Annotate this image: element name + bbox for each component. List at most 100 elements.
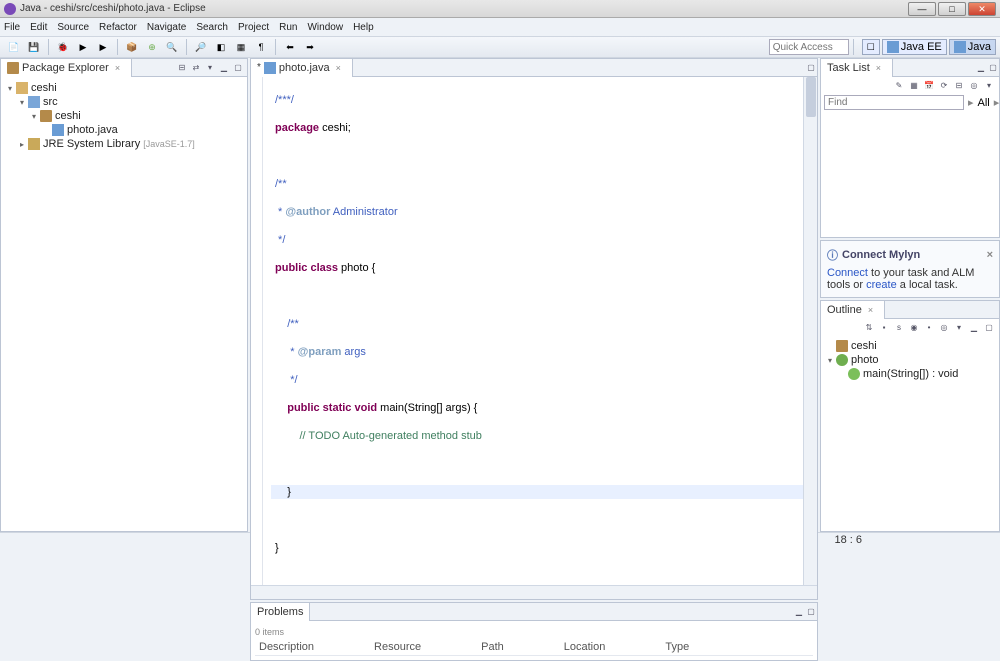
connect-link[interactable]: Connect [827, 267, 868, 279]
run-ext-icon[interactable]: ▶ [95, 39, 111, 55]
window-title: Java - ceshi/src/ceshi/photo.java - Ecli… [20, 3, 206, 14]
horizontal-scrollbar[interactable] [251, 585, 817, 599]
menu-run[interactable]: Run [279, 22, 297, 33]
menu-file[interactable]: File [4, 22, 20, 33]
hide-static-icon[interactable]: s [893, 321, 905, 333]
close-icon[interactable]: × [336, 63, 346, 73]
maximize-view-icon[interactable]: ▢ [983, 321, 995, 333]
focus-icon[interactable]: ◎ [938, 321, 950, 333]
sort-icon[interactable]: ⇅ [863, 321, 875, 333]
tree-java-file[interactable]: photo.java [3, 123, 245, 137]
debug-icon[interactable]: 🐞 [55, 39, 71, 55]
tree-project[interactable]: ▾ceshi [3, 81, 245, 95]
focus-icon[interactable]: ◎ [968, 79, 980, 91]
minimize-view-icon[interactable]: ▁ [968, 321, 980, 333]
view-menu-icon[interactable]: ▾ [204, 62, 216, 74]
outline-tab[interactable]: Outline × [821, 301, 885, 319]
toggle-mark-icon[interactable]: ◧ [213, 39, 229, 55]
close-icon[interactable]: × [987, 249, 993, 261]
find-input[interactable] [824, 95, 964, 110]
hide-local-icon[interactable]: • [923, 321, 935, 333]
problems-summary: 0 items [255, 625, 813, 639]
schedule-icon[interactable]: 📅 [923, 79, 935, 91]
minimize-button[interactable]: — [908, 2, 936, 16]
package-explorer-view: Package Explorer × ⊟ ⇄ ▾ ▁ ▢ ▾ceshi ▾src… [0, 58, 248, 532]
perspective-javaee[interactable]: Java EE [882, 39, 947, 55]
menu-edit[interactable]: Edit [30, 22, 47, 33]
minimize-view-icon[interactable]: ▁ [975, 62, 987, 74]
maximize-editor-icon[interactable]: ▢ [805, 62, 817, 74]
run-icon[interactable]: ▶ [75, 39, 91, 55]
problems-view: Problems ▁ ▢ 0 items Description Resourc… [250, 602, 818, 661]
toggle-block-icon[interactable]: ▦ [233, 39, 249, 55]
sync-icon[interactable]: ⟳ [938, 79, 950, 91]
link-editor-icon[interactable]: ⇄ [190, 62, 202, 74]
task-list-view: Task List × ▁ ▢ ✎ ▦ 📅 ⟳ ⊟ ◎ ▾ ▸ All ▸ [820, 58, 1000, 238]
open-type-icon[interactable]: 🔍 [164, 39, 180, 55]
close-icon[interactable]: × [868, 305, 878, 315]
maximize-view-icon[interactable]: ▢ [232, 62, 244, 74]
outline-class[interactable]: ▾photo [823, 353, 997, 367]
minimize-view-icon[interactable]: ▁ [218, 62, 230, 74]
menu-help[interactable]: Help [353, 22, 374, 33]
tree-jre[interactable]: ▸JRE System Library [JavaSE-1.7] [3, 137, 245, 151]
menubar: File Edit Source Refactor Navigate Searc… [0, 18, 1000, 36]
package-explorer-tab[interactable]: Package Explorer × [1, 59, 132, 77]
minimize-view-icon[interactable]: ▁ [793, 606, 805, 618]
save-icon[interactable]: 💾 [26, 39, 42, 55]
editor-tab[interactable]: photo.java × [251, 59, 353, 77]
maximize-button[interactable]: □ [938, 2, 966, 16]
menu-project[interactable]: Project [238, 22, 269, 33]
collapse-all-icon[interactable]: ⊟ [176, 62, 188, 74]
maximize-view-icon[interactable]: ▢ [805, 606, 817, 618]
forward-icon[interactable]: ➡ [302, 39, 318, 55]
eclipse-icon [4, 3, 16, 15]
maximize-view-icon[interactable]: ▢ [987, 62, 999, 74]
folding-gutter[interactable] [263, 77, 271, 585]
menu-navigate[interactable]: Navigate [147, 22, 186, 33]
package-tree[interactable]: ▾ceshi ▾src ▾ceshi photo.java ▸JRE Syste… [1, 77, 247, 531]
perspective-java[interactable]: Java [949, 39, 996, 55]
close-icon[interactable]: × [115, 63, 125, 73]
vertical-scrollbar[interactable] [803, 77, 817, 585]
task-list-tab[interactable]: Task List × [821, 59, 893, 77]
new-icon[interactable]: 📄 [6, 39, 22, 55]
close-icon[interactable]: × [876, 63, 886, 73]
problems-tab[interactable]: Problems [251, 603, 310, 621]
tree-src[interactable]: ▾src [3, 95, 245, 109]
outline-package[interactable]: ceshi [823, 339, 997, 353]
hide-fields-icon[interactable]: ▪ [878, 321, 890, 333]
toolbar: 📄 💾 🐞 ▶ ▶ 📦 ⊕ 🔍 🔎 ◧ ▦ ¶ ⬅ ➡ ☐ Java EE Ja… [0, 36, 1000, 58]
new-pkg-icon[interactable]: 📦 [124, 39, 140, 55]
menu-search[interactable]: Search [196, 22, 228, 33]
close-button[interactable]: ✕ [968, 2, 996, 16]
quick-access-input[interactable] [769, 39, 849, 55]
tree-package[interactable]: ▾ceshi [3, 109, 245, 123]
categorize-icon[interactable]: ▦ [908, 79, 920, 91]
connect-mylyn-panel: ⓘConnect Mylyn× Connect to your task and… [820, 240, 1000, 298]
new-task-icon[interactable]: ✎ [893, 79, 905, 91]
overview-ruler[interactable] [251, 77, 263, 585]
open-perspective-button[interactable]: ☐ [862, 39, 880, 55]
back-icon[interactable]: ⬅ [282, 39, 298, 55]
view-menu-icon[interactable]: ▾ [953, 321, 965, 333]
new-class-icon[interactable]: ⊕ [144, 39, 160, 55]
code-editor[interactable]: /***/ package ceshi; /** * @author Admin… [251, 77, 817, 585]
problems-header: Description Resource Path Location Type [255, 639, 813, 656]
package-icon [7, 62, 19, 74]
collapse-icon[interactable]: ⊟ [953, 79, 965, 91]
outline-method[interactable]: main(String[]) : void [823, 367, 997, 381]
menu-source[interactable]: Source [57, 22, 89, 33]
outline-view: Outline × ⇅ ▪ s ◉ • ◎ ▾ ▁ ▢ ceshi ▾photo… [820, 300, 1000, 532]
status-cursor: 18 : 6 [815, 534, 880, 546]
hide-nonpublic-icon[interactable]: ◉ [908, 321, 920, 333]
view-menu-icon[interactable]: ▾ [983, 79, 995, 91]
filter-all[interactable]: All [978, 97, 990, 109]
java-file-icon [264, 62, 276, 74]
editor-view: photo.java × ▢ /***/ package ceshi; /** … [250, 58, 818, 600]
create-link[interactable]: create [866, 279, 897, 291]
menu-refactor[interactable]: Refactor [99, 22, 137, 33]
search-icon[interactable]: 🔎 [193, 39, 209, 55]
show-whitespace-icon[interactable]: ¶ [253, 39, 269, 55]
menu-window[interactable]: Window [307, 22, 343, 33]
